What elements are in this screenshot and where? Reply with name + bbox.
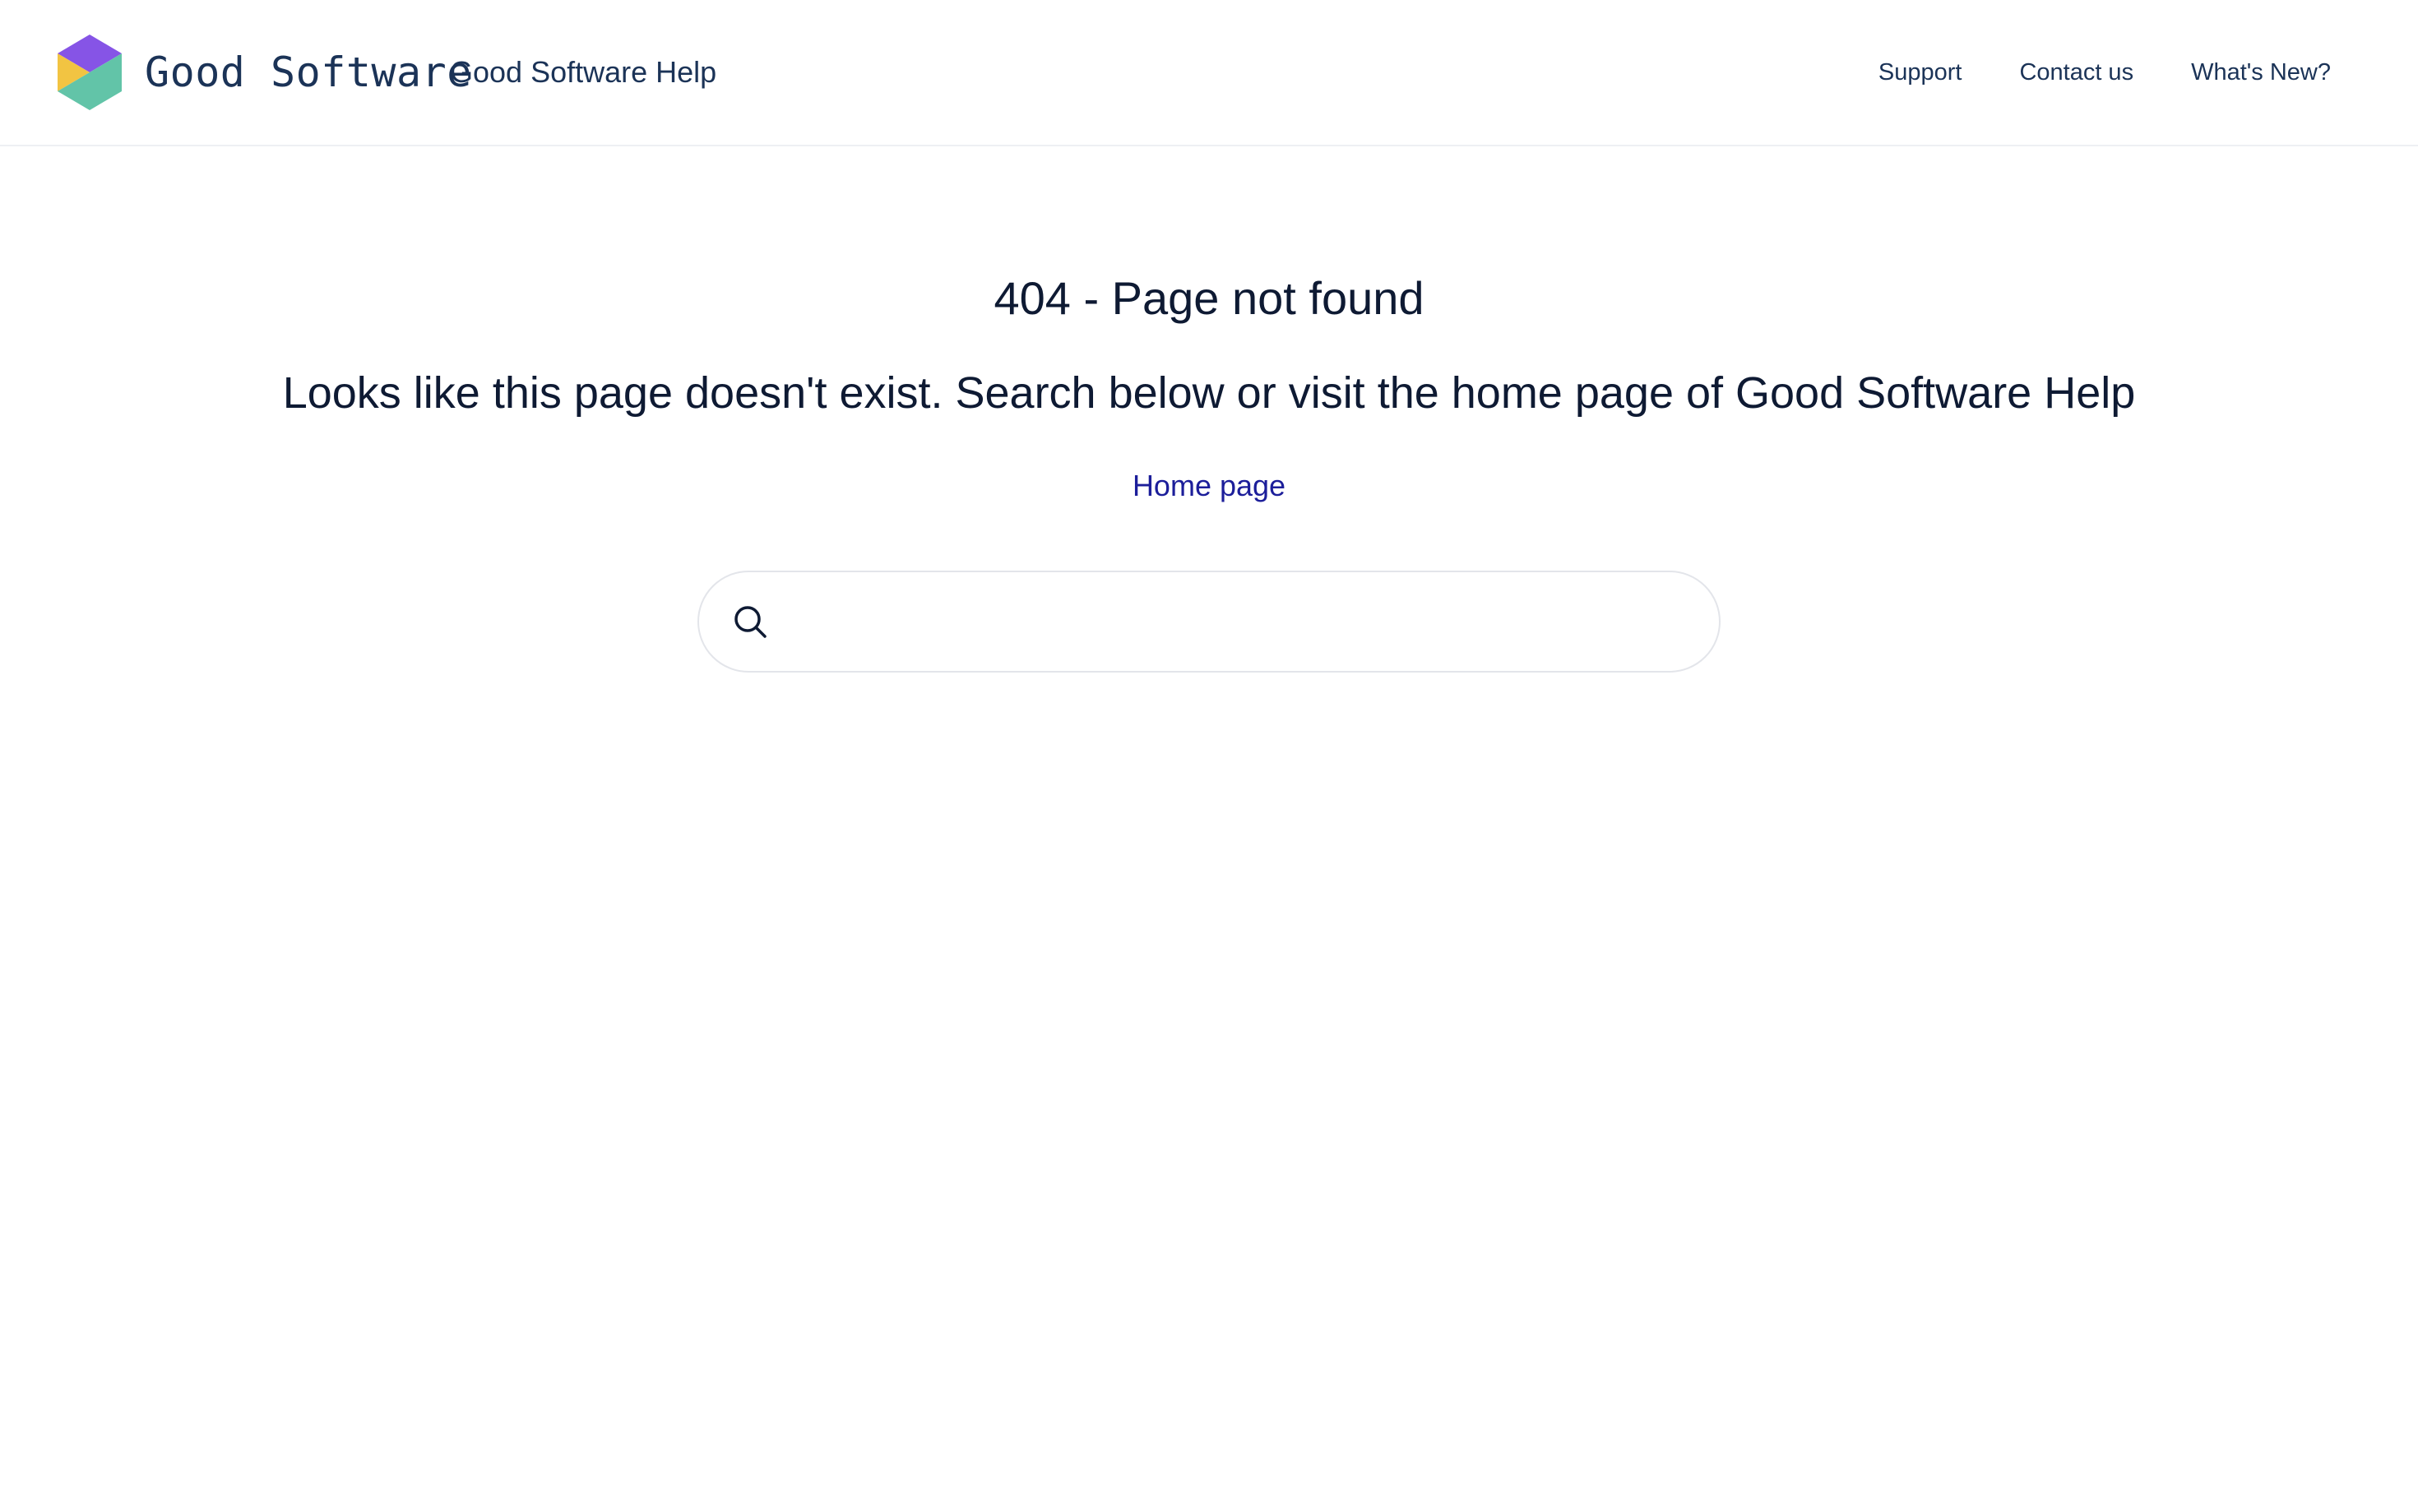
site-header: Good Software Good Software Help Support… bbox=[0, 0, 2418, 146]
nav-support[interactable]: Support bbox=[1878, 51, 1962, 94]
search-icon bbox=[734, 606, 767, 638]
header-nav: Support Contact us What's New? bbox=[1878, 51, 2331, 94]
hexagon-logo-icon bbox=[58, 35, 122, 110]
search-bar[interactable] bbox=[697, 571, 1721, 673]
site-title-link[interactable]: Good Software Help bbox=[450, 51, 716, 94]
nav-contact-us[interactable]: Contact us bbox=[2019, 51, 2133, 94]
page-title: 404 - Page not found bbox=[994, 272, 1424, 324]
nav-whats-new[interactable]: What's New? bbox=[2191, 51, 2331, 94]
home-page-link[interactable]: Home page bbox=[0, 465, 2418, 506]
logo-link[interactable]: Good Software bbox=[58, 35, 472, 110]
error-message: Looks like this page doesn't exist. Sear… bbox=[282, 368, 2136, 418]
brand-name: Good Software bbox=[145, 49, 472, 96]
search-input[interactable] bbox=[768, 572, 1719, 671]
